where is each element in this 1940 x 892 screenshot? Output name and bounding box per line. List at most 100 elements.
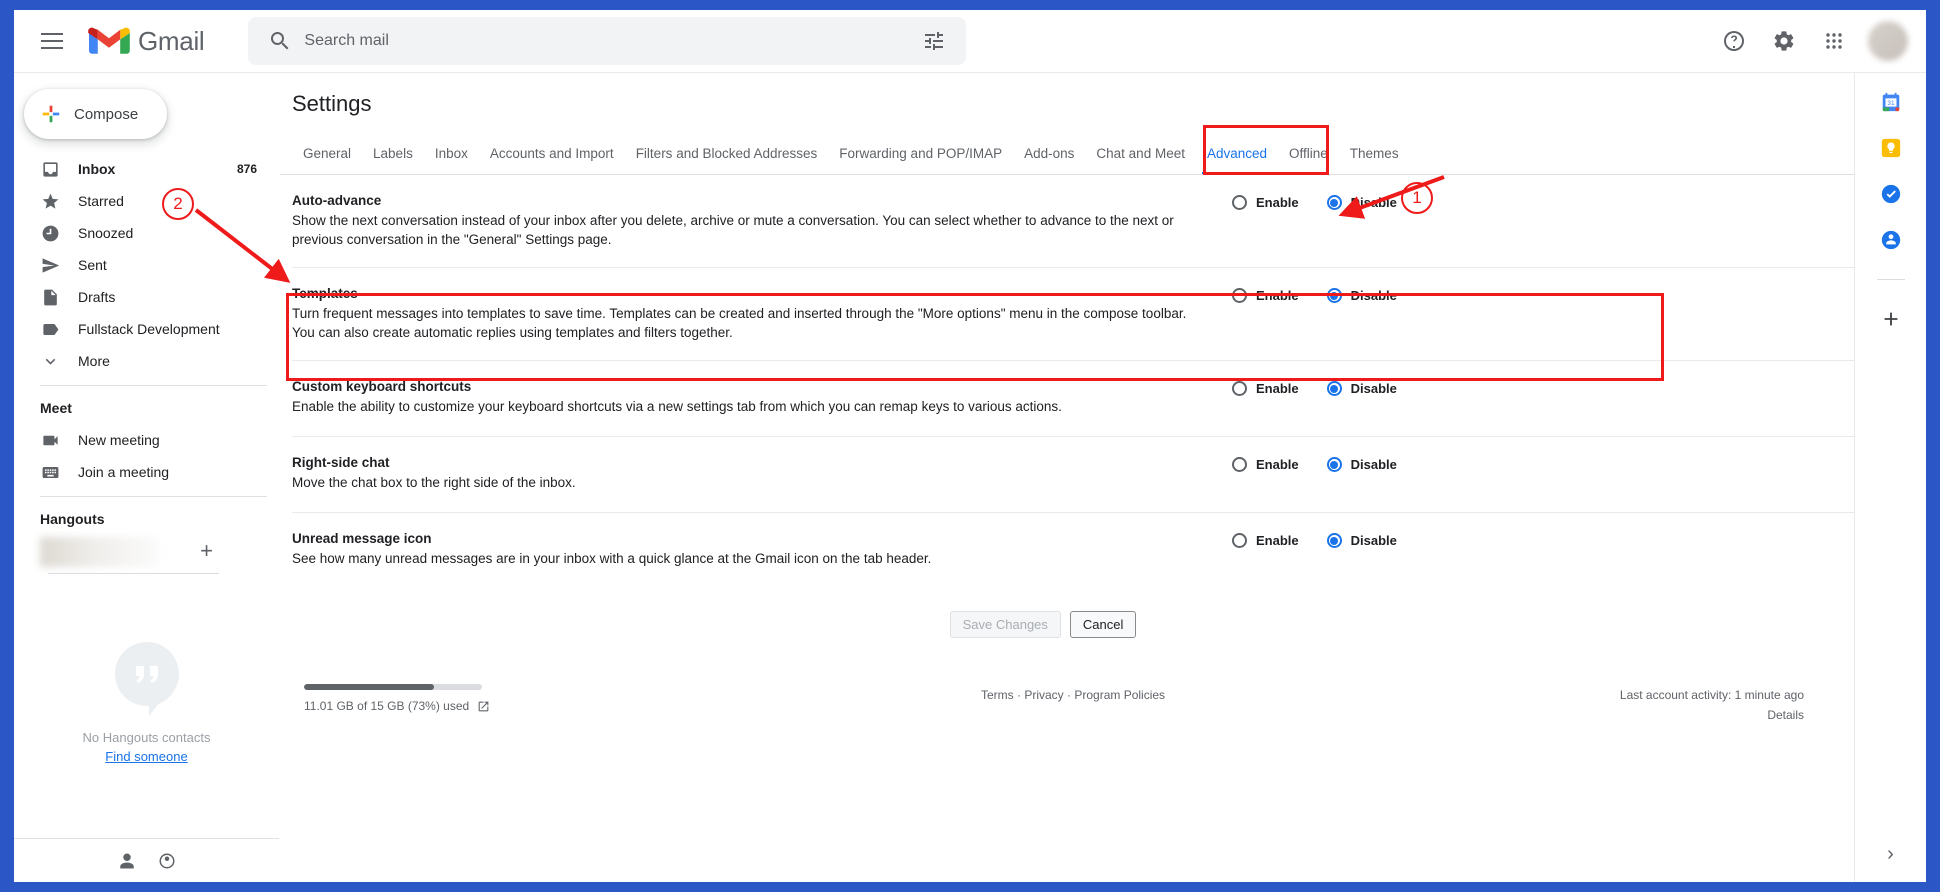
video-camera-icon (40, 430, 60, 450)
radio-disable-templates[interactable]: Disable (1326, 288, 1397, 303)
gmail-brand[interactable]: Gmail (88, 25, 205, 57)
sidebar-item-label: Snoozed (78, 225, 134, 241)
hangouts-account-row[interactable]: + (14, 535, 279, 567)
radio-enable-templates[interactable]: Enable (1232, 288, 1299, 303)
gear-icon (1774, 31, 1794, 51)
tab-add-ons[interactable]: Add-ons (1013, 146, 1085, 174)
search-input[interactable] (304, 32, 923, 50)
setting-row-custom-keyboard-shortcuts: Custom keyboard shortcuts Enable the abi… (292, 361, 1854, 437)
tab-filters-and-blocked-addresses[interactable]: Filters and Blocked Addresses (625, 146, 829, 174)
tab-advanced[interactable]: Advanced (1196, 146, 1278, 174)
sidebar-item-new-meeting[interactable]: New meeting (14, 424, 269, 456)
keep-icon[interactable] (1880, 137, 1902, 159)
label-icon (40, 319, 60, 339)
sidebar-item-more[interactable]: More (14, 345, 269, 377)
avatar[interactable] (1868, 21, 1908, 61)
sidebar-divider-2 (40, 496, 267, 497)
sidebar-item-drafts[interactable]: Drafts (14, 281, 269, 313)
sidebar-item-snoozed[interactable]: Snoozed (14, 217, 269, 249)
setting-options: Enable Disable (1232, 531, 1472, 548)
find-someone-link[interactable]: Find someone (105, 749, 187, 764)
radio-enable-auto-advance[interactable]: Enable (1232, 195, 1299, 210)
help-button[interactable] (1712, 19, 1756, 63)
tab-inbox[interactable]: Inbox (424, 146, 479, 174)
hangouts-empty-state: No Hangouts contacts Find someone (14, 640, 279, 764)
sidebar-item-fullstack-development[interactable]: Fullstack Development (14, 313, 269, 345)
radio-disable-auto-advance[interactable]: Disable (1326, 195, 1397, 210)
save-changes-button[interactable]: Save Changes (949, 611, 1061, 638)
settings-tabs: General Labels Inbox Accounts and Import… (280, 133, 1854, 175)
radio-enable-unread-message-icon[interactable]: Enable (1232, 533, 1299, 548)
setting-row-unread-message-icon: Unread message icon See how many unread … (292, 513, 1854, 589)
search-bar[interactable] (248, 17, 967, 65)
setting-row-right-side-chat: Right-side chat Move the chat box to the… (292, 437, 1854, 513)
sidebar-divider (40, 385, 267, 386)
setting-description: Enable the ability to customize your key… (292, 399, 1062, 414)
compose-button[interactable]: Compose (24, 89, 167, 139)
sidebar-item-inbox[interactable]: Inbox 876 (14, 153, 269, 185)
side-panel: 31 › (1854, 73, 1926, 882)
settings-list: Auto-advance Show the next conversation … (280, 175, 1854, 754)
settings-button[interactable] (1762, 19, 1806, 63)
add-icon[interactable] (1880, 308, 1902, 330)
privacy-link[interactable]: Privacy (1024, 688, 1063, 702)
setting-text: Auto-advance Show the next conversation … (292, 193, 1232, 249)
draft-icon (40, 287, 60, 307)
main-menu-icon[interactable] (28, 17, 76, 65)
tab-general[interactable]: General (292, 146, 362, 174)
setting-name: Right-side chat (292, 455, 390, 470)
radio-enable-custom-keyboard-shortcuts[interactable]: Enable (1232, 381, 1299, 396)
sidebar-item-label: New meeting (78, 432, 160, 448)
radio-enable-right-side-chat[interactable]: Enable (1232, 457, 1299, 472)
radio-label: Enable (1256, 533, 1299, 548)
radio-disable-right-side-chat[interactable]: Disable (1326, 457, 1397, 472)
expand-side-panel-icon[interactable]: › (1887, 843, 1894, 866)
sidebar-item-label: Inbox (78, 161, 116, 177)
chevron-down-icon (40, 351, 60, 371)
setting-description: Show the next conversation instead of yo… (292, 213, 1174, 247)
side-panel-divider (1876, 279, 1905, 280)
tasks-icon[interactable] (1880, 183, 1902, 205)
tab-accounts-and-import[interactable]: Accounts and Import (479, 146, 625, 174)
radio-circle (1232, 457, 1247, 472)
calendar-icon[interactable]: 31 (1880, 91, 1902, 113)
sidebar-item-label: More (78, 353, 110, 369)
compose-label: Compose (74, 105, 139, 123)
settings-main: Settings General Labels Inbox Accounts a… (280, 73, 1854, 882)
sidebar-item-sent[interactable]: Sent (14, 249, 269, 281)
setting-row-auto-advance: Auto-advance Show the next conversation … (292, 175, 1854, 268)
google-apps-button[interactable] (1812, 19, 1856, 63)
contacts-icon[interactable] (1880, 229, 1902, 251)
setting-options: Enable Disable (1232, 193, 1472, 210)
tab-offline[interactable]: Offline (1278, 146, 1339, 174)
activity-details-link[interactable]: Details (1620, 708, 1804, 722)
footer-separator: · (1067, 688, 1071, 702)
person-status-icon[interactable] (118, 852, 136, 870)
gmail-app: Gmail Search mail Compose Inbox 876 Star… (14, 10, 1926, 882)
radio-label: Enable (1256, 195, 1299, 210)
radio-disable-custom-keyboard-shortcuts[interactable]: Disable (1326, 381, 1397, 396)
search-options-icon[interactable] (922, 29, 946, 53)
cancel-button[interactable]: Cancel (1069, 611, 1137, 638)
sidebar-item-starred[interactable]: Starred (14, 185, 269, 217)
browser-viewport: Gmail Search mail Compose Inbox 876 Star… (0, 0, 1940, 892)
tab-chat-and-meet[interactable]: Chat and Meet (1085, 146, 1196, 174)
setting-options: Enable Disable (1232, 286, 1472, 303)
setting-text: Custom keyboard shortcuts Enable the abi… (292, 379, 1232, 416)
program-policies-link[interactable]: Program Policies (1074, 688, 1165, 702)
terms-link[interactable]: Terms (981, 688, 1014, 702)
hangouts-add-icon[interactable]: + (200, 538, 213, 564)
tab-forwarding-and-pop-imap[interactable]: Forwarding and POP/IMAP (828, 146, 1013, 174)
radio-disable-unread-message-icon[interactable]: Disable (1326, 533, 1397, 548)
tab-labels[interactable]: Labels (362, 146, 424, 174)
sidebar-item-join-meeting[interactable]: Join a meeting (14, 456, 269, 488)
tab-themes[interactable]: Themes (1339, 146, 1410, 174)
top-bar-actions (1712, 19, 1926, 63)
setting-name: Unread message icon (292, 531, 432, 546)
radio-label: Disable (1350, 457, 1397, 472)
setting-text: Unread message icon See how many unread … (292, 531, 1232, 568)
radio-circle (1232, 195, 1247, 210)
top-bar: Gmail (14, 10, 1926, 73)
radio-label: Enable (1256, 457, 1299, 472)
phone-status-icon[interactable] (158, 852, 176, 870)
